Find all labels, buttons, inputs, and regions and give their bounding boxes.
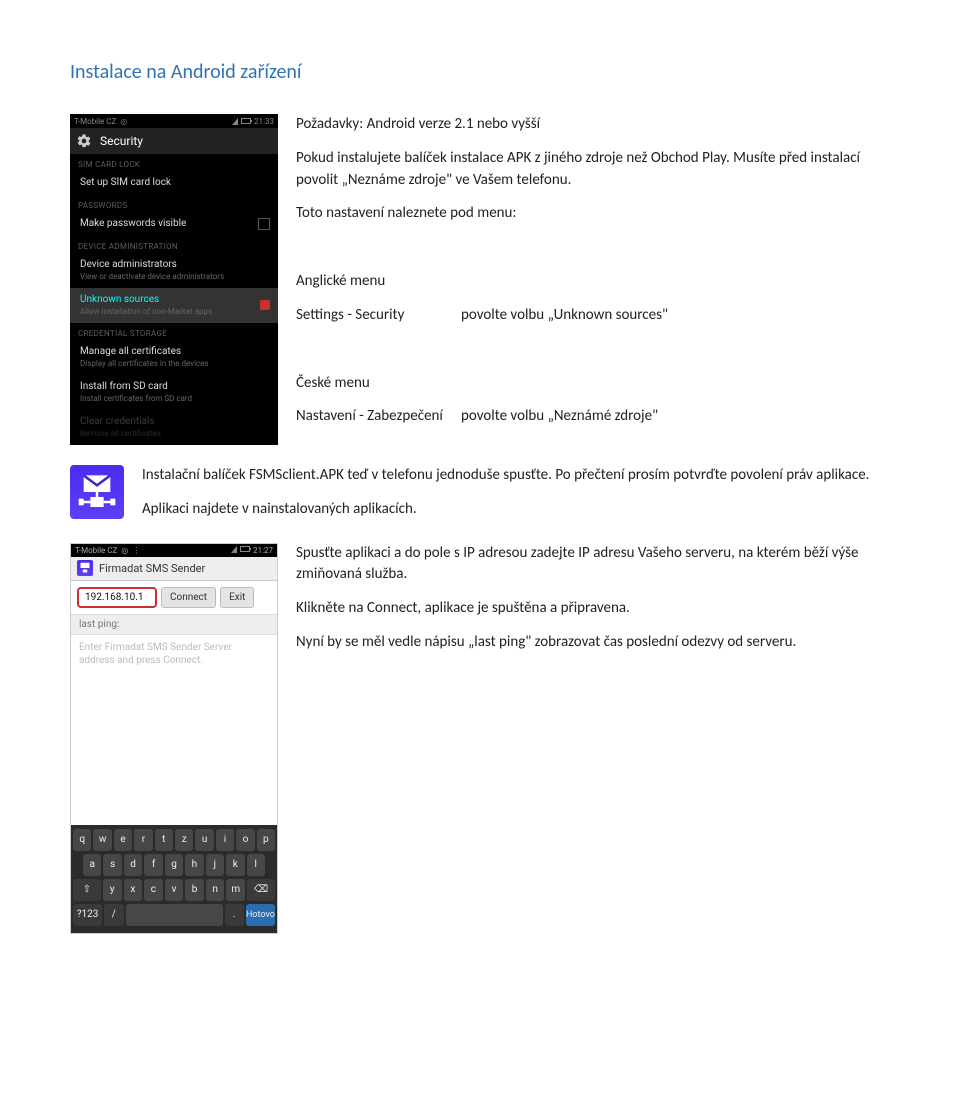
keyboard-key[interactable]: y: [103, 879, 122, 901]
item-sim-lock: Set up SIM card lock: [70, 171, 278, 195]
keyboard-key[interactable]: ?123: [73, 904, 102, 926]
carrier-label: T-Mobile CZ: [75, 546, 117, 555]
keyboard-key[interactable]: z: [175, 829, 193, 851]
keyboard-key[interactable]: o: [236, 829, 254, 851]
apk-find-text: Aplikaci najdete v nainstalovaných aplik…: [142, 499, 890, 521]
hint-text: Enter Firmadat SMS Sender Server address…: [71, 635, 277, 825]
keyboard-key[interactable]: w: [93, 829, 111, 851]
keyboard-key[interactable]: c: [144, 879, 163, 901]
app-icon: [70, 465, 124, 519]
keyboard-key[interactable]: n: [206, 879, 225, 901]
czech-menu-line: Nastavení - Zabezpečení povolte volbu „N…: [296, 406, 890, 428]
keyboard-key[interactable]: f: [144, 854, 162, 876]
keyboard-key[interactable]: e: [114, 829, 132, 851]
keyboard-key[interactable]: b: [185, 879, 204, 901]
keyboard-key[interactable]: k: [226, 854, 244, 876]
battery-icon: [240, 546, 250, 552]
app-title: Firmadat SMS Sender: [99, 562, 205, 575]
last-ping-text: Nyní by se měl vedle nápisu „last ping" …: [296, 632, 890, 654]
menu-location-text: Toto nastavení naleznete pod menu:: [296, 203, 890, 225]
connect-button[interactable]: Connect: [161, 587, 216, 608]
item-clear-credentials: Clear credentialsRemove all certificates: [70, 410, 278, 445]
header-title: Security: [100, 134, 143, 148]
last-ping-label: last ping:: [71, 614, 277, 635]
section-passwords: PASSWORDS: [70, 195, 278, 212]
apk-install-text: Instalační balíček FSMSclient.APK teď v …: [142, 465, 890, 487]
battery-icon: [241, 118, 251, 124]
connect-text: Klikněte na Connect, aplikace je spuštěn…: [296, 598, 890, 620]
item-unknown-sources: Unknown sourcesAllow installation of non…: [70, 288, 278, 323]
app-header-icon: [77, 560, 93, 576]
english-menu-line: Settings - Security povolte volbu „Unkno…: [296, 305, 890, 327]
checkbox-icon: [258, 218, 270, 230]
carrier-label: T-Mobile CZ: [74, 117, 116, 126]
item-passwords-visible: Make passwords visible: [70, 212, 278, 236]
signal-icon: [232, 118, 238, 125]
keyboard-key[interactable]: Hotovo: [246, 904, 275, 926]
section-credential-storage: CREDENTIAL STORAGE: [70, 323, 278, 340]
keyboard-key[interactable]: q: [73, 829, 91, 851]
keyboard-key[interactable]: r: [134, 829, 152, 851]
status-bar: T-Mobile CZ◎⋮ 21:27: [71, 544, 277, 557]
keyboard-key[interactable]: d: [124, 854, 142, 876]
settings-header: Security: [70, 128, 278, 154]
keyboard-key[interactable]: [126, 904, 223, 926]
soft-keyboard: qwertzuiop asdfghjkl ⇧yxcvbnm⌫ ?123/.Hot…: [71, 825, 277, 933]
english-menu-heading: Anglické menu: [296, 271, 890, 293]
gear-icon: [76, 133, 92, 149]
item-manage-certs: Manage all certificatesDisplay all certi…: [70, 340, 278, 375]
ip-input[interactable]: 192.168.10.1: [77, 587, 157, 608]
keyboard-key[interactable]: j: [206, 854, 224, 876]
keyboard-key[interactable]: h: [185, 854, 203, 876]
requirements-text: Požadavky: Android verze 2.1 nebo vyšší: [296, 114, 890, 136]
android-security-screenshot: T-Mobile CZ◎ 21:33 Security SIM CARD LOC…: [70, 114, 278, 445]
item-device-admins: Device administratorsView or deactivate …: [70, 253, 278, 288]
keyboard-key[interactable]: u: [195, 829, 213, 851]
item-install-sd: Install from SD cardInstall certificates…: [70, 375, 278, 410]
clock-label: 21:33: [254, 117, 274, 126]
keyboard-key[interactable]: p: [257, 829, 275, 851]
keyboard-key[interactable]: s: [103, 854, 121, 876]
keyboard-key[interactable]: t: [155, 829, 173, 851]
keyboard-key[interactable]: g: [165, 854, 183, 876]
run-app-text: Spusťte aplikaci a do pole s IP adresou …: [296, 543, 890, 587]
clock-label: 21:27: [253, 546, 273, 555]
keyboard-key[interactable]: .: [225, 904, 244, 926]
sms-sender-icon: [77, 472, 117, 512]
app-header: Firmadat SMS Sender: [71, 557, 277, 581]
keyboard-key[interactable]: /: [104, 904, 123, 926]
exit-button[interactable]: Exit: [220, 587, 254, 608]
keyboard-key[interactable]: l: [247, 854, 265, 876]
czech-menu-heading: České menu: [296, 373, 890, 395]
section-device-admin: DEVICE ADMINISTRATION: [70, 236, 278, 253]
keyboard-key[interactable]: x: [124, 879, 143, 901]
keyboard-key[interactable]: i: [216, 829, 234, 851]
keyboard-key[interactable]: v: [165, 879, 184, 901]
keyboard-key[interactable]: a: [83, 854, 101, 876]
keyboard-key[interactable]: m: [226, 879, 245, 901]
keyboard-key[interactable]: ⌫: [247, 879, 275, 901]
signal-icon: [231, 546, 237, 553]
unknown-sources-text: Pokud instalujete balíček instalace APK …: [296, 148, 890, 192]
section-sim-lock: SIM CARD LOCK: [70, 154, 278, 171]
status-bar: T-Mobile CZ◎ 21:33: [70, 114, 278, 128]
sms-sender-screenshot: T-Mobile CZ◎⋮ 21:27 Firmadat SMS Sender …: [70, 543, 278, 934]
page-heading: Instalace na Android zařízení: [70, 60, 890, 84]
keyboard-key[interactable]: ⇧: [73, 879, 101, 901]
